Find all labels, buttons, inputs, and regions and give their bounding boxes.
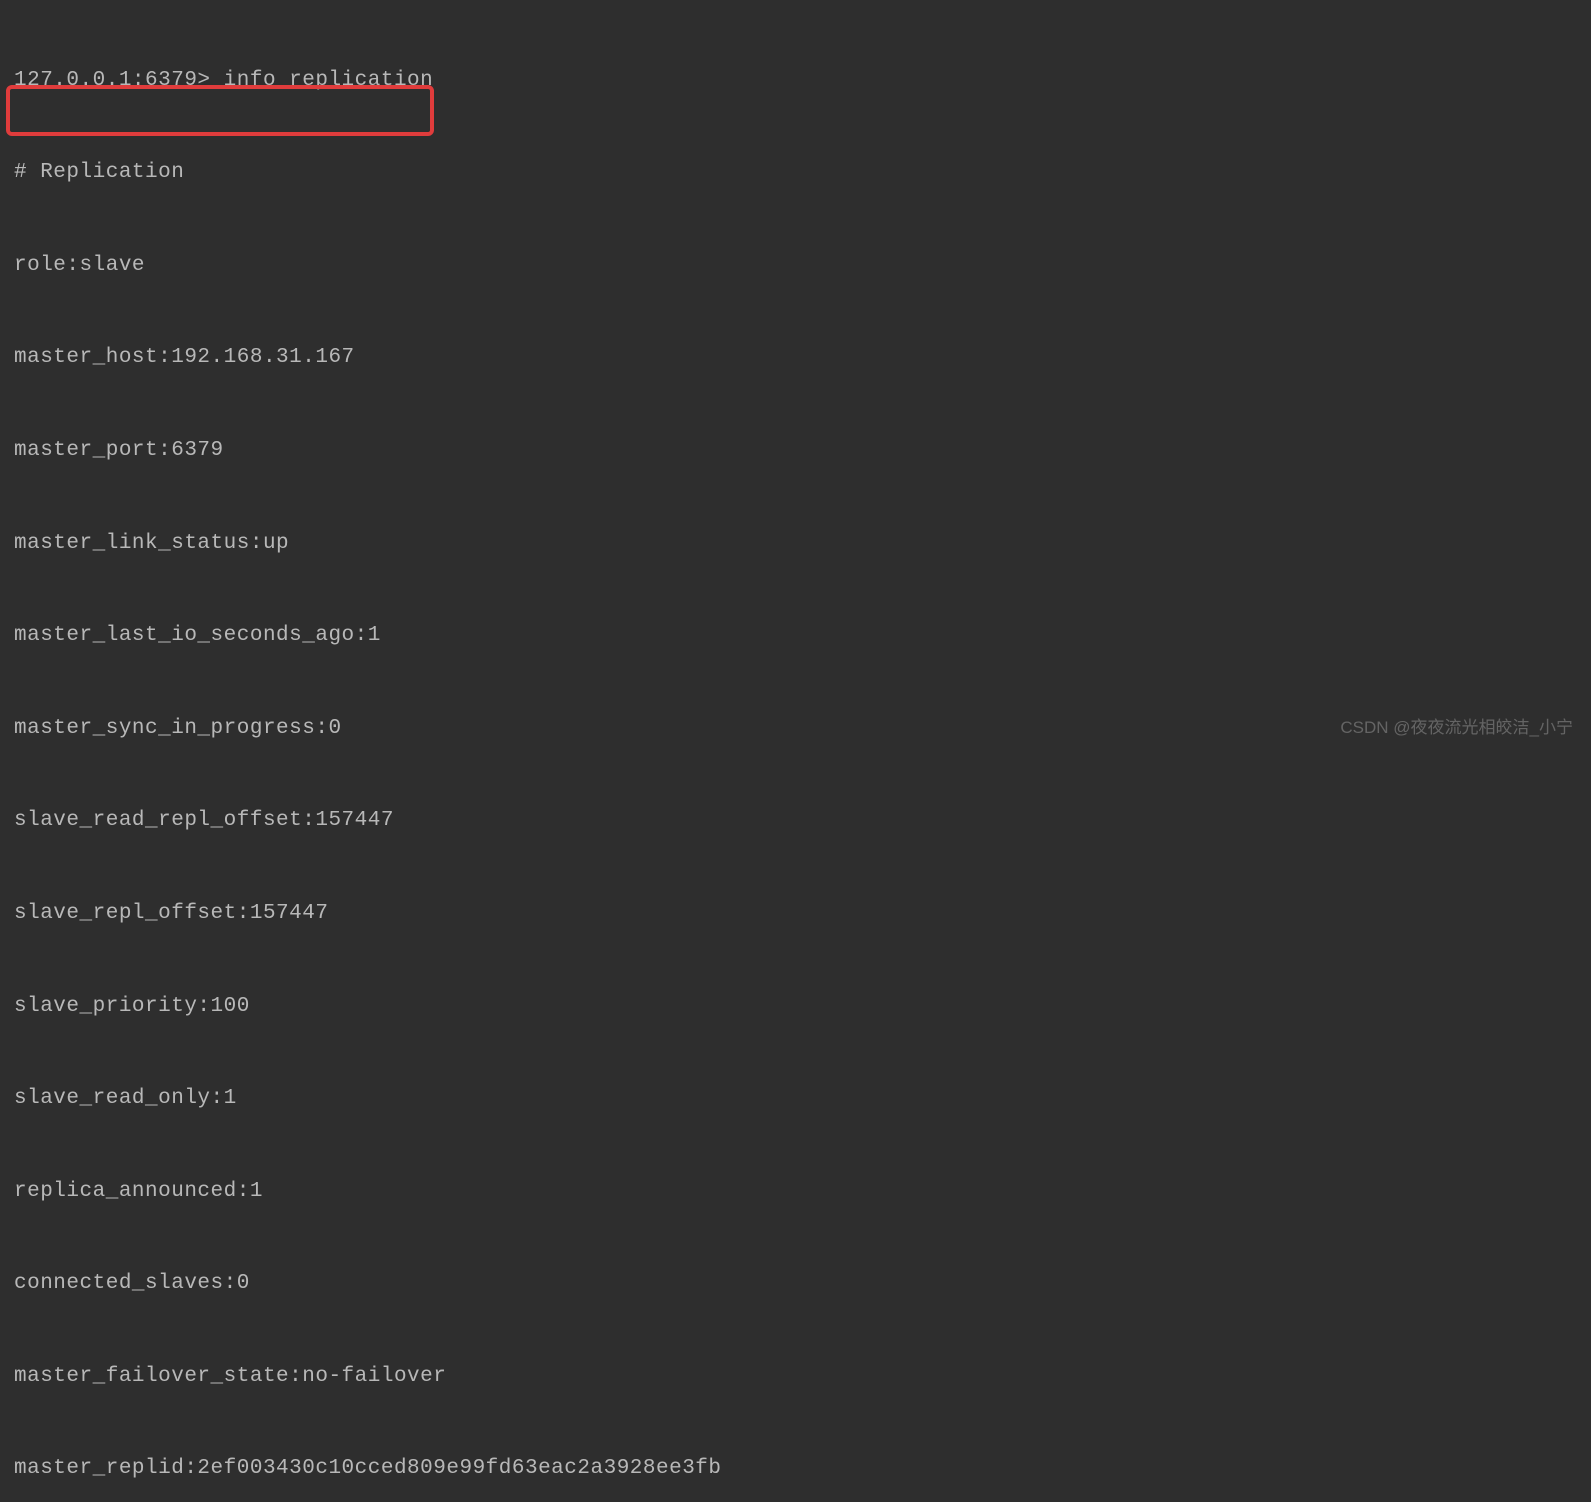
output-line: replica_announced:1 xyxy=(14,1177,1577,1208)
prompt-line-1: 127.0.0.1:6379> info replication xyxy=(14,66,1577,97)
output-line: master_last_io_seconds_ago:1 xyxy=(14,621,1577,652)
output-line-master-host: master_host:192.168.31.167 xyxy=(14,343,1577,374)
output-line: master_port:6379 xyxy=(14,436,1577,467)
output-line: slave_priority:100 xyxy=(14,992,1577,1023)
output-line: slave_read_repl_offset:157447 xyxy=(14,806,1577,837)
output-line: master_replid:2ef003430c10cced809e99fd63… xyxy=(14,1454,1577,1485)
output-line: connected_slaves:0 xyxy=(14,1269,1577,1300)
terminal-output[interactable]: 127.0.0.1:6379> info replication # Repli… xyxy=(0,0,1591,1502)
output-line: # Replication xyxy=(14,158,1577,189)
output-line: master_failover_state:no-failover xyxy=(14,1362,1577,1393)
output-line: role:slave xyxy=(14,251,1577,282)
watermark-text: CSDN @夜夜流光相皎洁_小宁 xyxy=(1340,716,1573,741)
output-line: slave_read_only:1 xyxy=(14,1084,1577,1115)
output-line: master_link_status:up xyxy=(14,529,1577,560)
output-line: slave_repl_offset:157447 xyxy=(14,899,1577,930)
